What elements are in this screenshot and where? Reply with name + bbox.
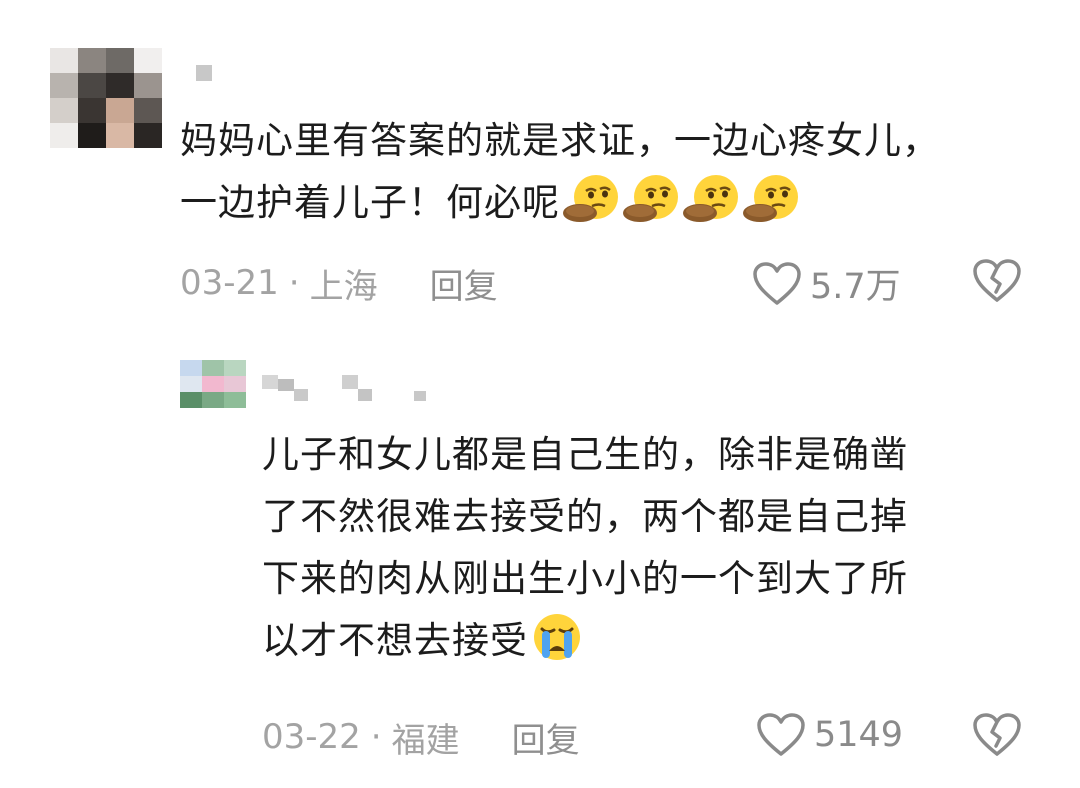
comment-date: 03-22: [262, 717, 361, 757]
like-button[interactable]: 5.7万: [752, 258, 901, 309]
broken-heart-icon: [973, 713, 1021, 756]
meta-separator: ·: [288, 263, 300, 303]
avatar[interactable]: [50, 48, 162, 148]
comment-meta: 03-22 · 福建 回复: [262, 712, 580, 762]
thinking-face-emoji: [622, 173, 680, 244]
reply-button[interactable]: 回复: [512, 713, 580, 762]
comment-text-line: 下来的肉从刚出生小小的一个到大了所: [262, 557, 908, 600]
comment-text-line: 儿子和女儿都是自己生的，除非是确凿: [262, 433, 908, 476]
comment-date: 03-21: [180, 263, 279, 303]
comment-text: 妈妈心里有答案的就是求证，一边心疼女儿， 一边护着儿子！何必呢: [180, 110, 940, 244]
comment-text-line: 一边护着儿子！何必呢: [180, 172, 940, 244]
avatar[interactable]: [180, 360, 246, 408]
like-count: 5.7万: [810, 267, 901, 307]
broken-heart-icon: [973, 259, 1021, 302]
comment-meta: 03-21 · 上海 回复: [180, 258, 498, 308]
comment-text-line: 以才不想去接受: [262, 610, 908, 682]
comment-location: 上海: [309, 266, 378, 307]
heart-icon: [757, 713, 805, 756]
thinking-face-emoji: [742, 173, 800, 244]
comment-text-line: 妈妈心里有答案的就是求证，一边心疼女儿，: [180, 119, 940, 162]
dislike-button[interactable]: [972, 712, 1022, 762]
thinking-face-emoji: [562, 173, 620, 244]
comment-text: 儿子和女儿都是自己生的，除非是确凿 了不然很难去接受的，两个都是自己掉 下来的肉…: [262, 424, 908, 682]
dislike-button[interactable]: [972, 258, 1022, 308]
reply-button[interactable]: 回复: [430, 259, 498, 308]
meta-separator: ·: [370, 717, 382, 757]
like-button[interactable]: 5149: [756, 712, 903, 758]
username-blurred[interactable]: [262, 375, 432, 405]
username-blurred[interactable]: [196, 65, 216, 81]
thinking-face-emoji: [682, 173, 740, 244]
loudly-crying-face-emoji: [530, 611, 584, 682]
comment-location: 福建: [391, 720, 460, 761]
comment-text-line: 了不然很难去接受的，两个都是自己掉: [262, 495, 908, 538]
like-count: 5149: [814, 715, 904, 755]
heart-icon: [753, 261, 801, 305]
